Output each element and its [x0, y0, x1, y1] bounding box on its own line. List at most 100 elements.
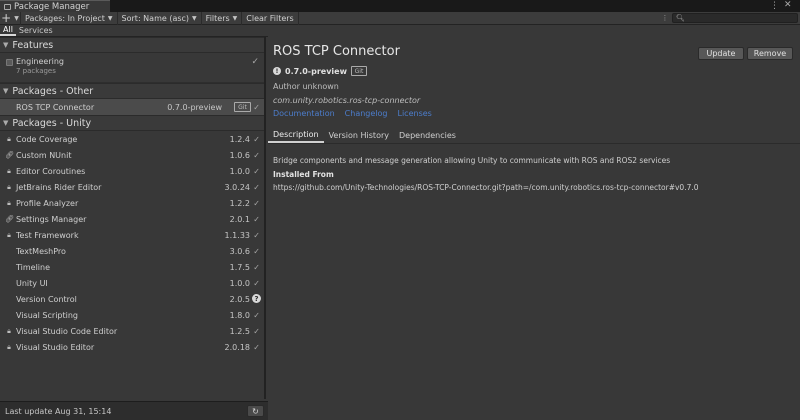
- package-name: Timeline: [16, 262, 51, 272]
- changelog-link[interactable]: Changelog: [345, 109, 388, 118]
- package-tabs: All Services: [0, 25, 268, 37]
- toolbar: + ▼ Packages: In Project ▼ Sort: Name (asc…: [0, 11, 800, 25]
- packages-scope-dropdown[interactable]: Packages: In Project ▼: [21, 11, 118, 25]
- refresh-icon: ↻: [252, 406, 259, 416]
- package-name: Visual Studio Editor: [16, 342, 95, 352]
- window-titlebar: Package Manager ⋮ ✕: [0, 0, 800, 12]
- checkmark-icon: ✓: [253, 278, 260, 288]
- feature-name: Engineering: [16, 57, 64, 66]
- package-version: 1.0.6: [229, 150, 250, 160]
- triangle-down-icon: ▼: [3, 119, 9, 127]
- checkmark-icon: ✓: [253, 230, 260, 240]
- list-item[interactable]: 🔒︎ Profile Analyzer 1.2.2 ✓: [0, 195, 264, 211]
- sort-dropdown[interactable]: Sort: Name (asc) ▼: [118, 11, 202, 25]
- description-text: Bridge components and message generation…: [273, 156, 671, 165]
- package-name: Unity UI: [16, 278, 48, 288]
- list-item[interactable]: Visual Scripting 1.8.0 ✓: [0, 307, 264, 323]
- package-version: 2.0.5: [229, 294, 250, 304]
- list-item[interactable]: 🔒︎ JetBrains Rider Editor 3.0.24 ✓: [0, 179, 264, 195]
- search-input[interactable]: 🔍︎: [672, 13, 798, 23]
- tab-services[interactable]: Services: [16, 25, 56, 36]
- add-package-button[interactable]: + ▼: [0, 11, 21, 25]
- tab-version-history[interactable]: Version History: [324, 127, 394, 143]
- chevron-down-icon: ▼: [14, 14, 19, 22]
- package-name: Test Framework: [16, 230, 79, 240]
- list-item[interactable]: 🔗︎ Custom NUnit 1.0.6 ✓: [0, 147, 264, 163]
- triangle-down-icon: ▼: [3, 41, 9, 49]
- package-name: Custom NUnit: [16, 150, 72, 160]
- licenses-link[interactable]: Licenses: [398, 109, 432, 118]
- close-icon[interactable]: ✕: [784, 0, 794, 10]
- details-tabs: Description Version History Dependencies: [268, 127, 800, 144]
- package-version: 3.0.24: [224, 182, 250, 192]
- list-item[interactable]: 🔒︎ Code Coverage 1.2.4 ✓: [0, 131, 264, 147]
- chevron-down-icon: ▼: [107, 14, 113, 22]
- list-item[interactable]: 🔒︎ Visual Studio Code Editor 1.2.5 ✓: [0, 323, 264, 339]
- package-links: Documentation Changelog Licenses: [273, 109, 432, 118]
- list-item[interactable]: Timeline 1.7.5 ✓: [0, 259, 264, 275]
- group-header-packages-other[interactable]: ▼ Packages - Other: [0, 83, 264, 99]
- package-version: 1.8.0: [229, 310, 250, 320]
- sort-label: Sort: Name (asc): [121, 13, 190, 23]
- package-version: 1.0.0: [229, 166, 250, 176]
- advanced-menu-icon[interactable]: ⋮: [658, 12, 672, 25]
- package-name: TextMeshPro: [16, 246, 66, 256]
- package-list[interactable]: ▼ Features Engineering 7 packages ✓ ▼ Pa…: [0, 37, 266, 399]
- package-title: ROS TCP Connector: [273, 44, 400, 59]
- package-name: Version Control: [16, 294, 77, 304]
- filters-label: Filters: [205, 13, 230, 23]
- group-header-packages-unity[interactable]: ▼ Packages - Unity: [0, 115, 264, 131]
- checkmark-icon: ✓: [253, 246, 260, 256]
- checkmark-icon: ✓: [253, 150, 260, 160]
- package-version: 0.7.0-preview: [167, 102, 222, 112]
- tab-all[interactable]: All: [0, 25, 16, 36]
- tab-label: All: [3, 25, 13, 34]
- tab-description[interactable]: Description: [268, 127, 324, 143]
- list-item-ros-tcp-connector[interactable]: ROS TCP Connector 0.7.0-preview Git ✓: [0, 99, 264, 115]
- window-menu-icon[interactable]: ⋮: [770, 1, 779, 11]
- tab-dependencies[interactable]: Dependencies: [394, 127, 461, 143]
- update-button[interactable]: Update: [698, 47, 744, 60]
- feature-count: 7 packages: [16, 67, 56, 75]
- version-row: ! 0.7.0-preview Git: [273, 66, 367, 76]
- author-text: Author unknown: [273, 82, 339, 91]
- plus-icon: +: [1, 11, 12, 25]
- documentation-link[interactable]: Documentation: [273, 109, 335, 118]
- checkmark-icon: ✓: [253, 342, 260, 352]
- package-version: 1.2.4: [229, 134, 250, 144]
- list-item[interactable]: 🔗︎ Settings Manager 2.0.1 ✓: [0, 211, 264, 227]
- checkmark-icon: ✓: [253, 198, 260, 208]
- clear-filters-button[interactable]: Clear Filters: [242, 11, 299, 25]
- chevron-down-icon: ▼: [192, 14, 197, 22]
- lock-icon: 🔒︎: [7, 183, 11, 191]
- lock-icon: 🔒︎: [7, 231, 11, 239]
- help-icon: ?: [252, 294, 261, 303]
- refresh-button[interactable]: ↻: [247, 405, 264, 417]
- window-tab[interactable]: Package Manager: [0, 0, 110, 12]
- package-version: 1.1.33: [224, 230, 250, 240]
- list-item[interactable]: 🔒︎ Editor Coroutines 1.0.0 ✓: [0, 163, 264, 179]
- package-name: Code Coverage: [16, 134, 78, 144]
- checkmark-icon: ✓: [253, 326, 260, 336]
- list-item[interactable]: 🔒︎ Visual Studio Editor 2.0.18 ✓: [0, 339, 264, 355]
- package-version: 1.2.2: [229, 198, 250, 208]
- package-name: Visual Scripting: [16, 310, 78, 320]
- search-icon: 🔍︎: [676, 14, 685, 22]
- package-version: 3.0.6: [229, 246, 250, 256]
- last-update-text: Last update Aug 31, 15:14: [5, 406, 112, 416]
- package-name: JetBrains Rider Editor: [16, 182, 102, 192]
- remove-button[interactable]: Remove: [747, 47, 793, 60]
- filters-dropdown[interactable]: Filters ▼: [202, 11, 243, 25]
- list-item[interactable]: Version Control 2.0.5?: [0, 291, 264, 307]
- group-header-features[interactable]: ▼ Features: [0, 37, 264, 53]
- list-item[interactable]: 🔒︎ Test Framework 1.1.33 ✓: [0, 227, 264, 243]
- package-name: Profile Analyzer: [16, 198, 79, 208]
- feature-item-engineering[interactable]: Engineering 7 packages ✓: [0, 53, 264, 83]
- list-item[interactable]: Unity UI 1.0.0 ✓: [0, 275, 264, 291]
- list-item[interactable]: TextMeshPro 3.0.6 ✓: [0, 243, 264, 259]
- package-version: 2.0.18: [224, 342, 250, 352]
- package-details: ROS TCP Connector Update Remove ! 0.7.0-…: [268, 37, 800, 420]
- tab-label: Version History: [328, 130, 389, 140]
- package-name: Settings Manager: [16, 214, 87, 224]
- checkmark-icon: ✓: [253, 166, 260, 176]
